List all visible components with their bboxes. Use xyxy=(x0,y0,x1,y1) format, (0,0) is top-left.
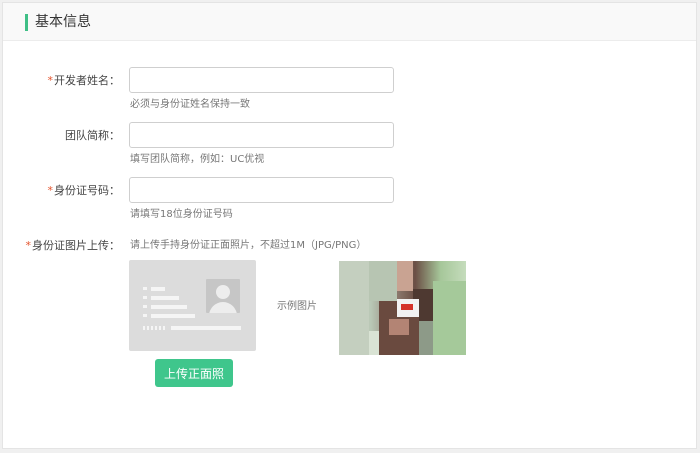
card-portrait xyxy=(206,279,240,313)
panel-header: 基本信息 xyxy=(3,3,696,41)
team-short-name-hint: 填写团队简称，例如：UC优视 xyxy=(130,154,265,165)
card-dot xyxy=(143,314,147,317)
sample-image-label: 示例图片 xyxy=(277,301,317,312)
id-number-label: *身份证号码： xyxy=(47,184,121,197)
id-photo-label: *身份证图片上传： xyxy=(25,239,121,252)
panel-title: 基本信息 xyxy=(35,14,91,30)
header-accent-bar xyxy=(25,14,28,31)
id-photo-hint: 请上传手持身份证正面照片，不超过1M（JPG/PNG） xyxy=(130,240,367,251)
card-line xyxy=(171,326,241,330)
required-mark: * xyxy=(25,239,32,252)
card-dot xyxy=(143,296,147,299)
upload-front-photo-button[interactable]: 上传正面照 xyxy=(155,359,233,387)
id-card-icon xyxy=(129,260,256,351)
card-line xyxy=(151,296,179,300)
developer-name-hint: 必须与身份证姓名保持一致 xyxy=(130,99,250,110)
card-dot xyxy=(143,287,147,290)
card-dot xyxy=(143,305,147,308)
card-line xyxy=(151,314,195,318)
card-line xyxy=(151,305,187,309)
id-number-hint: 请填写18位身份证号码 xyxy=(130,209,233,220)
card-line xyxy=(151,287,165,291)
required-mark: * xyxy=(47,184,54,197)
id-number-input[interactable] xyxy=(129,177,394,203)
team-short-name-label: 团队简称： xyxy=(65,129,120,142)
sample-photo-image xyxy=(339,261,466,355)
developer-name-input[interactable] xyxy=(129,67,394,93)
required-mark: * xyxy=(47,74,54,87)
card-number-ticks xyxy=(143,326,167,330)
developer-name-label: *开发者姓名： xyxy=(47,74,121,87)
team-short-name-input[interactable] xyxy=(129,122,394,148)
